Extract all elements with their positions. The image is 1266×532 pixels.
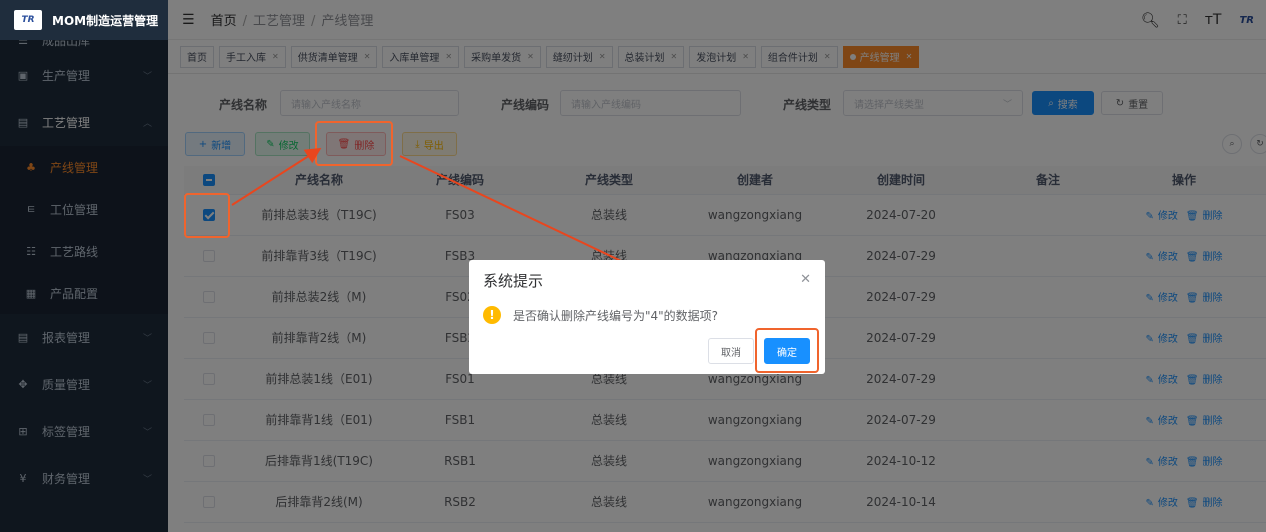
close-icon[interactable]: ✕ <box>800 272 811 287</box>
warning-icon: ! <box>483 306 501 324</box>
dialog-title: 系统提示 <box>483 272 544 290</box>
app-title: MOM制造运营管理 <box>52 13 159 28</box>
dialog-message: ! 是否确认删除产线编号为"4"的数据项? <box>483 306 718 324</box>
app-logo[interactable]: TR MOM制造运营管理 <box>0 0 168 40</box>
cancel-button[interactable]: 取消 <box>708 338 754 364</box>
highlight-confirm-button <box>755 328 819 373</box>
logo-mark: TR <box>14 10 42 30</box>
